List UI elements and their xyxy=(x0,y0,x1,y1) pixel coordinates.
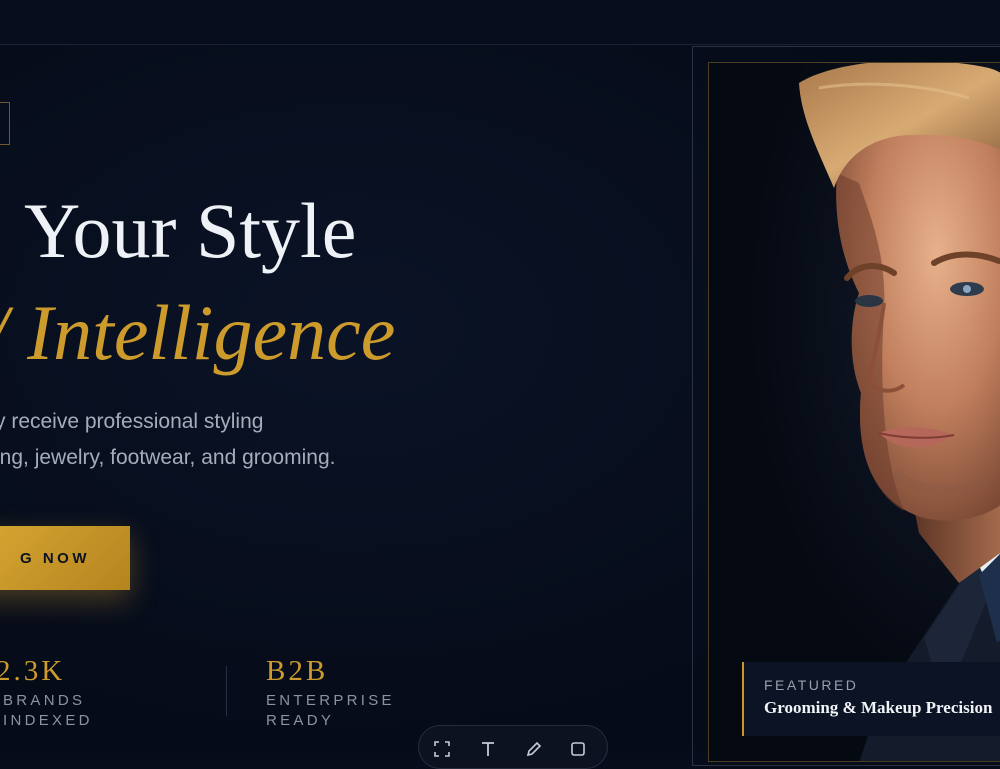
portrait-frame xyxy=(708,62,1000,762)
stat-label-brands-line2: INDEXED xyxy=(3,712,93,729)
hero-description: y receive professional styling ing, jewe… xyxy=(0,404,425,476)
featured-card[interactable]: FEATURED Grooming & Makeup Precision xyxy=(742,662,1000,736)
featured-kicker: FEATURED xyxy=(764,677,859,693)
stat-label-enterprise-line2: READY xyxy=(266,712,335,729)
cta-button-label: G NOW xyxy=(20,549,90,567)
select-icon[interactable] xyxy=(433,740,451,758)
featured-title: Grooming & Makeup Precision xyxy=(764,698,993,717)
model-portrait-image xyxy=(799,63,1000,761)
hero-description-line2: ing, jewelry, footwear, and grooming. xyxy=(0,446,336,469)
hero-description-line1: y receive professional styling xyxy=(0,410,264,433)
hero-headline-line1: Your Style xyxy=(24,187,357,274)
text-icon[interactable] xyxy=(479,740,497,758)
pen-icon[interactable] xyxy=(525,740,543,758)
stat-label-enterprise-line1: ENTERPRISE xyxy=(266,692,395,709)
hero-headline-line2: / Intelligence xyxy=(0,289,396,376)
stat-value-brands: 2.3K xyxy=(0,655,66,687)
shape-icon[interactable] xyxy=(569,740,587,758)
stat-label-brands-line1: BRANDS xyxy=(3,692,86,709)
stat-divider xyxy=(226,666,227,716)
top-nav-bar xyxy=(0,0,1000,45)
cta-button[interactable]: G NOW xyxy=(0,526,130,590)
hero-badge xyxy=(0,102,10,145)
annotation-toolbar xyxy=(418,725,608,769)
stat-value-enterprise: B2B xyxy=(266,655,329,687)
